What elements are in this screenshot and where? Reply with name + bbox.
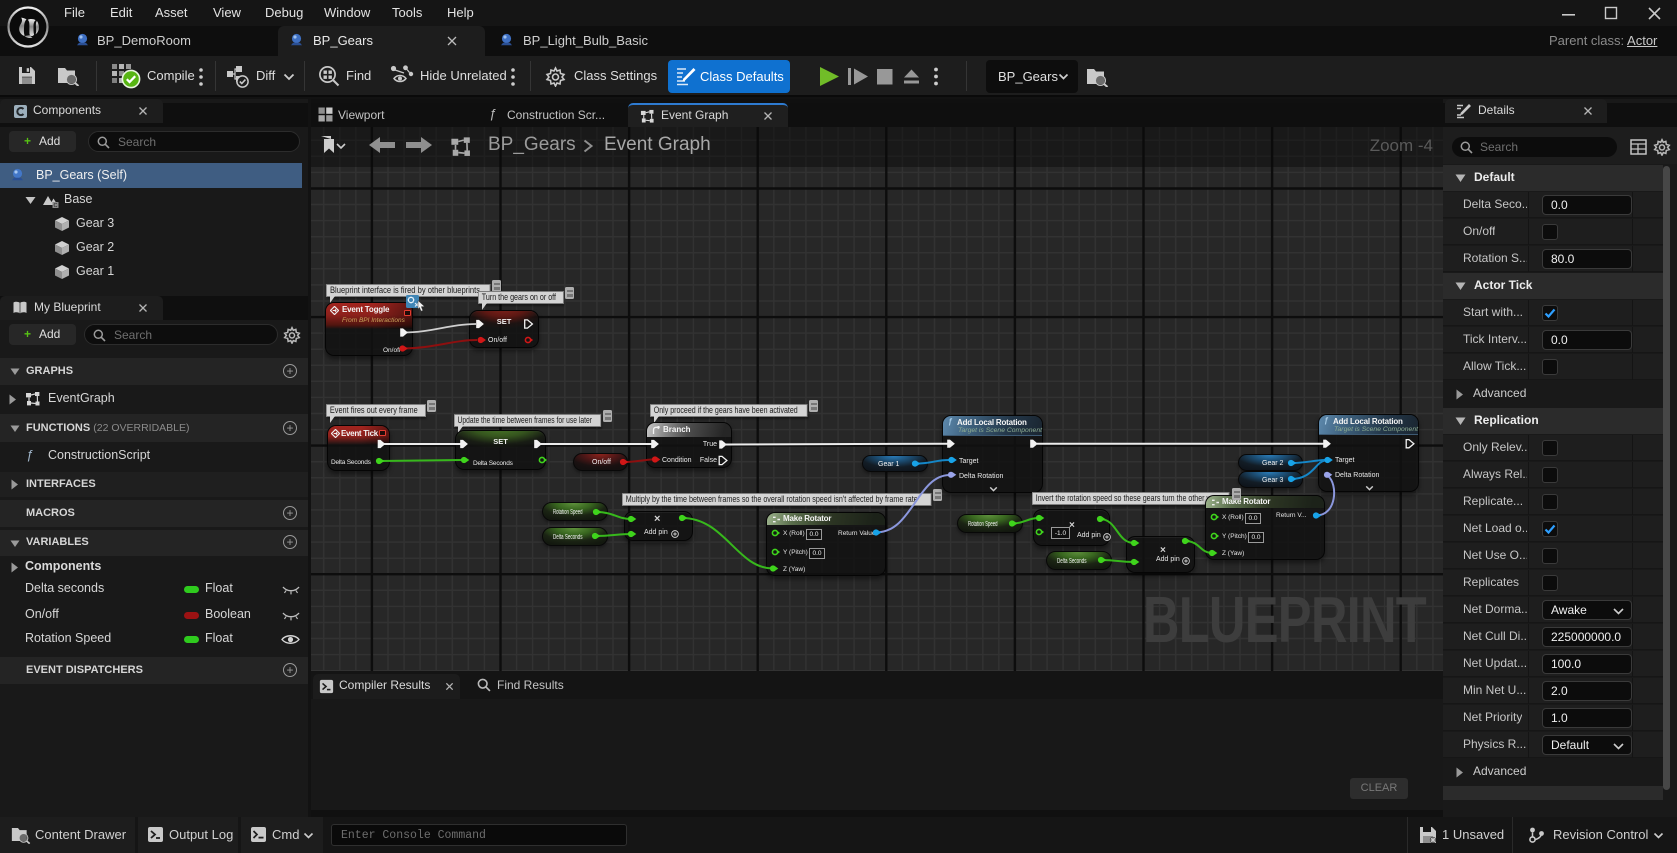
svg-text:C: C	[54, 203, 58, 208]
